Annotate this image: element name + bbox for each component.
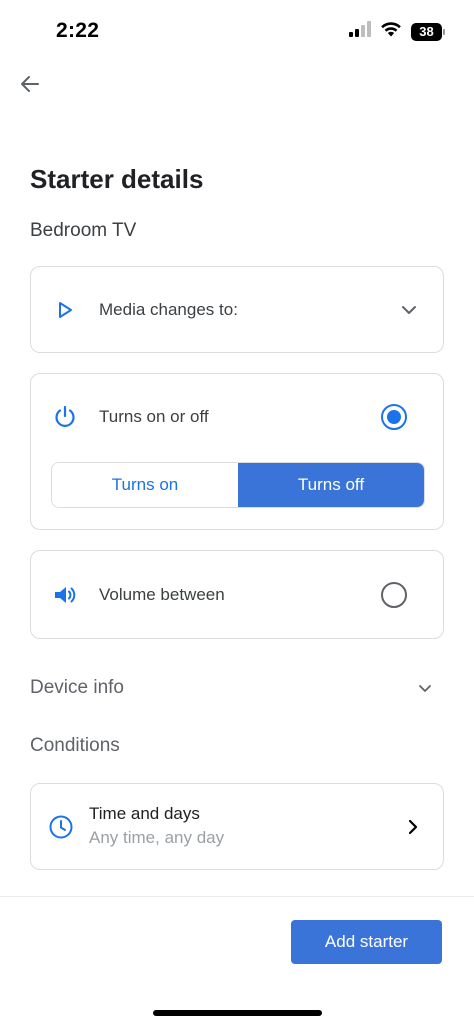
time-and-days-title: Time and days	[89, 804, 200, 823]
turns-on-off-card: Turns on or off Turns on Turns off	[30, 373, 444, 530]
volume-between-label: Volume between	[99, 585, 225, 604]
turns-on-off-label: Turns on or off	[99, 407, 209, 426]
battery-level: 38	[419, 24, 434, 39]
chevron-down-icon[interactable]	[399, 300, 419, 325]
turns-on-off-radio[interactable]	[381, 404, 407, 430]
home-indicator	[153, 1010, 322, 1016]
arrow-back-icon	[18, 72, 42, 101]
on-off-segmented-control: Turns on Turns off	[51, 462, 425, 508]
bottom-action-bar: Add starter	[0, 896, 474, 1025]
turns-on-button[interactable]: Turns on	[52, 463, 238, 507]
device-info-label: Device info	[30, 677, 124, 698]
play-icon	[51, 296, 79, 324]
cellular-signal-icon	[349, 21, 371, 42]
back-button[interactable]	[14, 70, 46, 102]
device-info-section[interactable]: Device info	[30, 673, 444, 703]
conditions-section: Conditions	[30, 731, 444, 761]
time-and-days-card[interactable]: Time and days Any time, any day	[30, 783, 444, 870]
power-icon	[51, 403, 79, 431]
conditions-label: Conditions	[30, 735, 120, 756]
status-bar: 2:22 38	[0, 0, 474, 60]
page-title: Starter details	[30, 164, 204, 194]
chevron-down-icon	[416, 679, 434, 702]
status-time: 2:22	[56, 19, 100, 42]
add-starter-button[interactable]: Add starter	[291, 920, 442, 964]
wifi-icon	[380, 21, 402, 42]
status-icons: 38	[349, 21, 445, 42]
volume-between-radio[interactable]	[381, 582, 407, 608]
device-name: Bedroom TV	[30, 220, 137, 241]
clock-icon	[47, 813, 75, 841]
media-changes-label: Media changes to:	[99, 300, 238, 319]
volume-icon	[51, 581, 79, 609]
media-changes-card[interactable]: Media changes to:	[30, 266, 444, 353]
turns-off-button[interactable]: Turns off	[238, 463, 424, 507]
chevron-right-icon	[405, 817, 421, 842]
battery-icon: 38	[411, 22, 445, 41]
volume-between-card[interactable]: Volume between	[30, 550, 444, 639]
time-and-days-subtitle: Any time, any day	[89, 828, 225, 847]
